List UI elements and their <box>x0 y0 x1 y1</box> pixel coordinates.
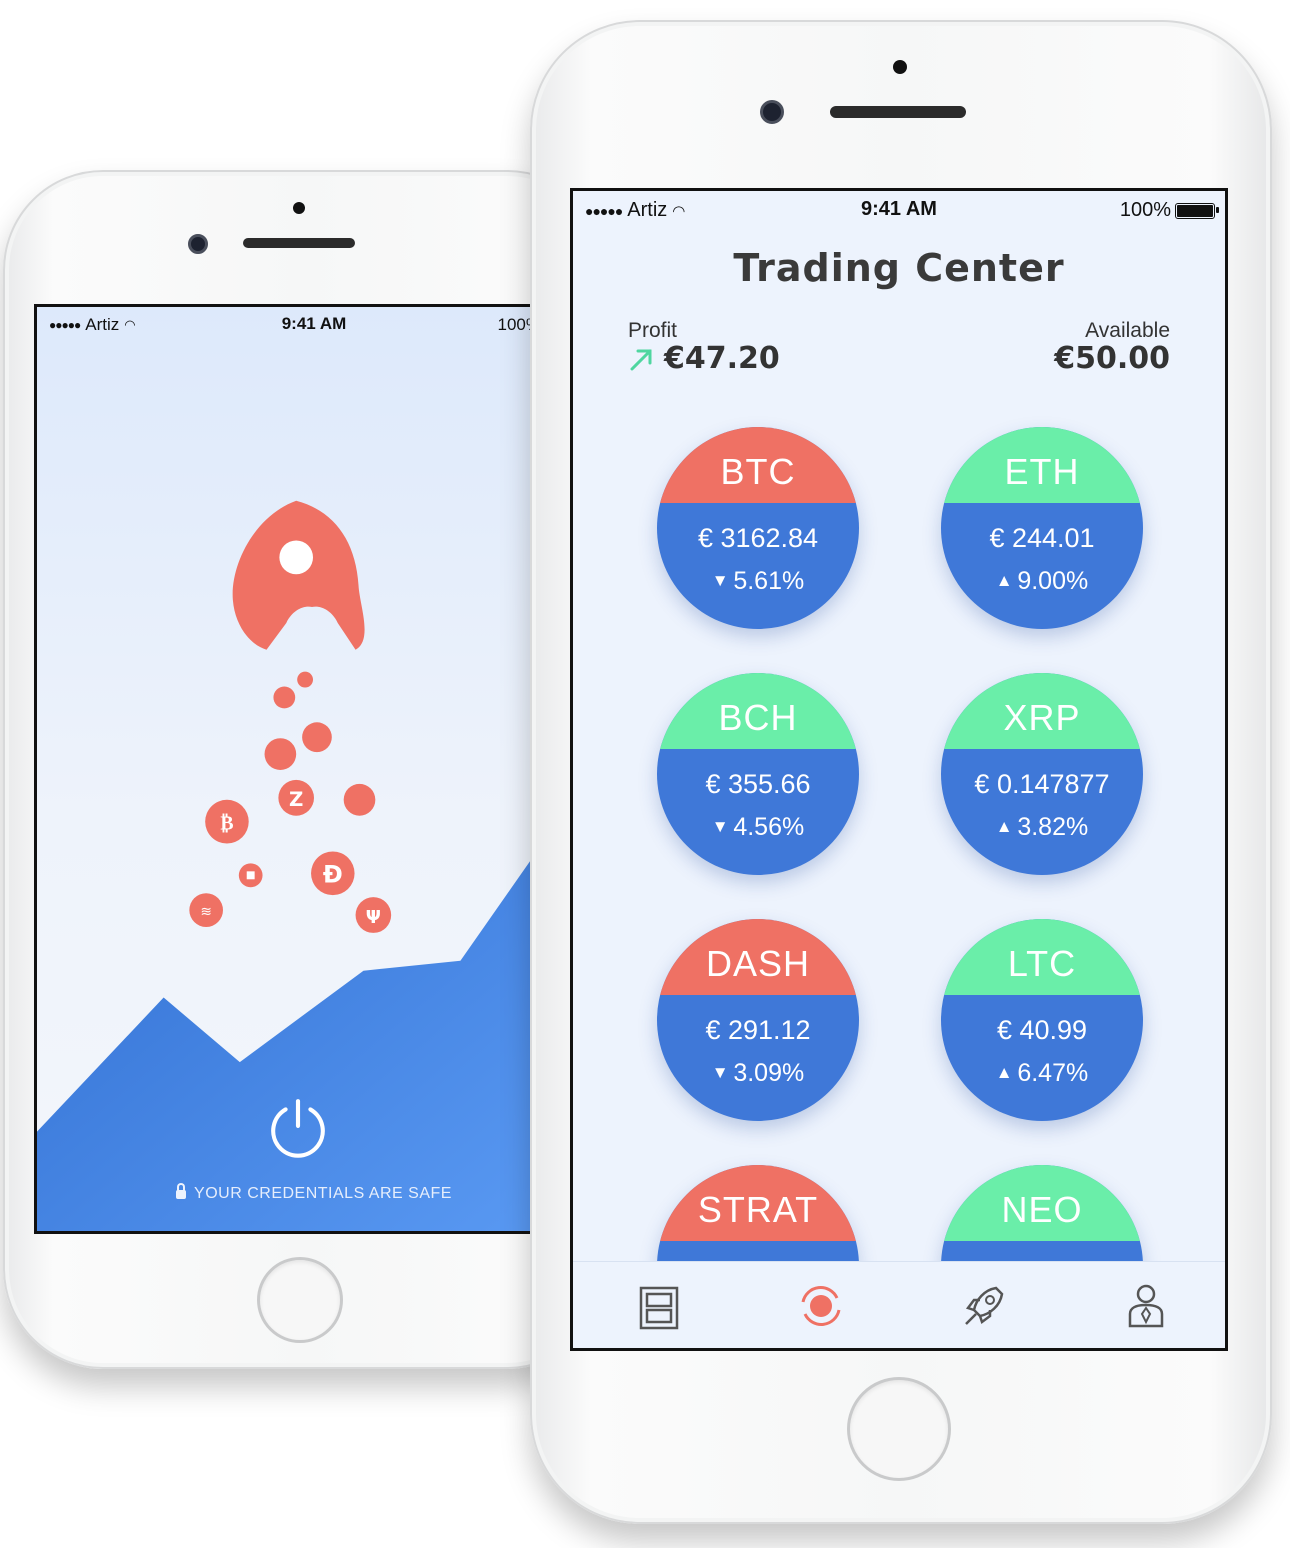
safe-message-text: YOUR CREDENTIALS ARE SAFE <box>194 1185 452 1202</box>
growth-chart-graphic: ₿ Đ Z Ψ ≋ <box>37 500 591 1231</box>
coin-price: € 291.12 <box>705 1015 811 1045</box>
tab-bar <box>573 1261 1225 1348</box>
coin-card-btc[interactable]: BTC € 3162.84 ▼ 5.61% <box>657 427 859 629</box>
proximity-sensor <box>293 202 305 214</box>
coin-symbol: NEO <box>1001 1189 1083 1230</box>
profit-value: €47.20 <box>628 341 780 376</box>
caret-down-icon: ▼ <box>711 817 734 836</box>
trading-center-screen: ●●●●● Artiz ◠ 9:41 AM 100% Trading Center … <box>570 188 1228 1351</box>
credentials-safe-message: YOUR CREDENTIALS ARE SAFE <box>37 1183 591 1203</box>
coin-change: ▲ 6.47% <box>995 1059 1089 1087</box>
caret-down-icon: ▼ <box>711 571 734 590</box>
front-camera <box>188 234 208 254</box>
coin-change: ▲ 9.00% <box>995 567 1089 595</box>
available-label: Available <box>1085 319 1170 342</box>
coin-icons: ₿ Đ Z Ψ ≋ <box>189 671 392 933</box>
coin-symbol: ETH <box>1004 451 1080 492</box>
earpiece-speaker <box>243 238 355 248</box>
page-title: Trading Center <box>733 246 1065 290</box>
coin-card-bch[interactable]: BCH € 355.66 ▼ 4.56% <box>657 673 859 875</box>
coin-price: € 355.66 <box>705 769 811 799</box>
caret-up-icon: ▲ <box>995 571 1018 590</box>
coin-price: € 244.01 <box>989 523 1095 553</box>
available-value: €50.00 <box>1054 341 1170 376</box>
coin-change: ▼ 3.09% <box>711 1059 805 1087</box>
profit-label: Profit <box>628 319 678 342</box>
svg-text:Z: Z <box>289 788 303 811</box>
coin-price: € 0.147877 <box>974 769 1110 799</box>
coin-card-eth[interactable]: ETH € 244.01 ▲ 9.00% <box>941 427 1143 629</box>
svg-text:₿: ₿ <box>220 812 233 835</box>
coin-change: ▲ 3.82% <box>995 813 1089 841</box>
coin-card-xrp[interactable]: XRP € 0.147877 ▲ 3.82% <box>941 673 1143 875</box>
home-button[interactable] <box>847 1377 951 1481</box>
earpiece-speaker <box>830 106 966 118</box>
caret-down-icon: ▼ <box>711 1063 734 1082</box>
caret-up-icon: ▲ <box>995 1063 1018 1082</box>
profile-icon[interactable] <box>1118 1278 1174 1334</box>
front-camera <box>760 100 784 124</box>
trade-icon[interactable] <box>793 1278 849 1334</box>
coin-symbol: DASH <box>705 943 811 984</box>
coin-symbol: BTC <box>720 451 796 492</box>
coin-card-ltc[interactable]: LTC € 40.99 ▲ 6.47% <box>941 919 1143 1121</box>
login-screen: ●●●●● Artiz ◠ 9:41 AM 100% ₿ Đ Z Ψ ≋ YOU… <box>34 304 594 1234</box>
coin-symbol: LTC <box>1007 943 1077 984</box>
coin-symbol: STRAT <box>697 1189 819 1230</box>
coin-change: ▼ 4.56% <box>711 813 805 841</box>
battery-icon <box>1175 202 1219 219</box>
coin-symbol: XRP <box>1003 697 1081 738</box>
coin-change: ▼ 5.61% <box>711 567 805 595</box>
rocket-icon[interactable] <box>956 1278 1012 1334</box>
proximity-sensor <box>893 60 907 74</box>
svg-text:Ψ: Ψ <box>366 907 381 928</box>
caret-up-icon: ▲ <box>995 817 1018 836</box>
coin-symbol: BCH <box>718 697 798 738</box>
svg-text:≋: ≋ <box>200 904 212 920</box>
power-icon[interactable] <box>267 1097 329 1159</box>
coin-price: € 3162.84 <box>697 523 819 553</box>
home-button[interactable] <box>257 1257 343 1343</box>
coin-card-dash[interactable]: DASH € 291.12 ▼ 3.09% <box>657 919 859 1121</box>
battery-label: 100% <box>1119 199 1171 221</box>
coin-price: € 40.99 <box>996 1015 1088 1045</box>
profit-amount: €47.20 <box>664 341 780 376</box>
rocket-icon <box>232 500 365 650</box>
svg-text:Đ: Đ <box>323 860 343 888</box>
status-bar: ●●●●● Artiz ◠ 9:41 AM 100% <box>573 191 1225 231</box>
lock-icon <box>176 1183 187 1199</box>
dashboard-icon[interactable] <box>631 1278 687 1334</box>
trend-up-icon <box>630 349 652 370</box>
